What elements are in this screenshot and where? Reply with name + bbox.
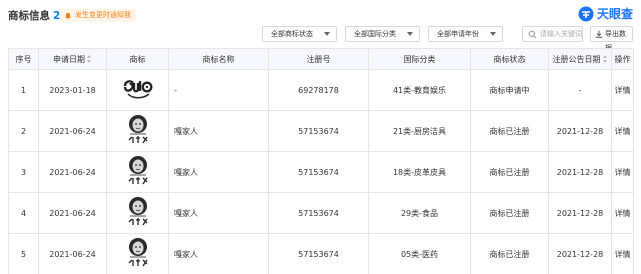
cell-status: 商标已注册 — [470, 110, 549, 152]
logo-mark-icon — [578, 6, 594, 21]
detail-link[interactable]: 详情 — [611, 233, 634, 274]
table-row: 5 2021-06-24 嘎家人 57153674 05类-医药 商标已注册 2… — [8, 233, 634, 274]
column-header-apply-date[interactable]: 申请日期 — [38, 48, 107, 70]
logo-text: 天眼查 — [596, 7, 633, 21]
cell-status: 商标已注册 — [470, 233, 549, 274]
cell-apply-date: 2021-06-24 — [38, 192, 107, 234]
cell-reg-date: 2021-12-28 — [548, 151, 612, 193]
cell-trademark-name: 嘎家人 — [168, 233, 269, 274]
title-text: 商标信息 — [8, 10, 50, 22]
sort-icon[interactable] — [602, 55, 608, 63]
portrait-trademark-image[interactable] — [120, 113, 155, 147]
detail-link[interactable]: 详情 — [611, 110, 634, 152]
cell-index: 3 — [8, 151, 39, 193]
trademark-table: 序号 申请日期 商标 商标名称 注册号 国际分类 商标状态 注册公告日期 操作 … — [8, 48, 634, 274]
table-row: 4 2021-06-24 嘎家人 57153674 29类-食品 商标已注册 2… — [8, 192, 634, 234]
filter-toolbar: 全部商标状态 全部国际分类 全部申请年份 请输入关键词 导出数据 — [0, 26, 641, 52]
cell-status: 商标申请中 — [470, 69, 549, 111]
cell-trademark-image — [106, 192, 169, 234]
cell-reg-no: 57153674 — [268, 233, 369, 274]
cell-reg-no: 57153674 — [268, 151, 369, 193]
cell-reg-date: 2021-12-28 — [548, 192, 612, 234]
cell-apply-date: 2021-06-24 — [38, 233, 107, 274]
column-header-intl-class: 国际分类 — [368, 48, 471, 70]
cell-index: 4 — [8, 192, 39, 234]
cell-intl-class: 21类-厨房洁具 — [368, 110, 471, 152]
cell-trademark-name: - — [168, 69, 269, 111]
download-icon — [595, 30, 603, 38]
cell-index: 1 — [8, 69, 39, 111]
cell-status: 商标已注册 — [470, 151, 549, 193]
cell-trademark-name: 嘎家人 — [168, 192, 269, 234]
search-icon — [528, 30, 537, 39]
table-row: 2 2021-06-24 嘎家人 57153674 21类-厨房洁具 商标已注册… — [8, 110, 634, 152]
column-header-index: 序号 — [8, 48, 39, 70]
cell-reg-date: - — [548, 69, 612, 111]
page-header: 商标信息21 发生变更时通知我 天眼查 — [0, 0, 641, 28]
filter-apply-year-dropdown[interactable]: 全部申请年份 — [428, 26, 503, 42]
cell-intl-class: 18类-皮革皮具 — [368, 151, 471, 193]
cell-trademark-image — [106, 110, 169, 152]
portrait-trademark-image[interactable] — [120, 195, 155, 229]
gulu-logo-image[interactable] — [120, 72, 155, 106]
cell-trademark-image — [106, 69, 169, 111]
cell-intl-class: 41类-教育娱乐 — [368, 69, 471, 111]
column-header-reg-date[interactable]: 注册公告日期 — [548, 48, 612, 70]
bell-icon — [65, 12, 71, 19]
cell-reg-no: 69278178 — [268, 69, 369, 111]
cell-apply-date: 2023-01-18 — [38, 69, 107, 111]
cell-index: 5 — [8, 233, 39, 274]
column-header-reg-no: 注册号 — [268, 48, 369, 70]
filter-label: 全部国际分类 — [354, 30, 396, 38]
portrait-trademark-image[interactable] — [120, 154, 155, 188]
cell-reg-no: 57153674 — [268, 110, 369, 152]
detail-link[interactable]: 详情 — [611, 151, 634, 193]
cell-trademark-image — [106, 233, 169, 274]
cell-index: 2 — [8, 110, 39, 152]
cell-trademark-image — [106, 151, 169, 193]
change-alert-button[interactable]: 发生变更时通知我 — [60, 9, 136, 22]
tianyancha-logo: 天眼查 — [578, 5, 633, 22]
search-placeholder: 请输入关键词 — [540, 30, 582, 38]
filter-class-dropdown[interactable]: 全部国际分类 — [345, 26, 420, 42]
table-row: 1 2023-01-18 - 69278178 41类-教育娱乐 商标申请中 -… — [8, 69, 634, 111]
chevron-down-icon — [490, 32, 496, 36]
column-header-status: 商标状态 — [470, 48, 549, 70]
table-header-row: 序号 申请日期 商标 商标名称 注册号 国际分类 商标状态 注册公告日期 操作 — [8, 48, 634, 70]
cell-reg-no: 57153674 — [268, 192, 369, 234]
cell-reg-date: 2021-12-28 — [548, 110, 612, 152]
column-header-trademark: 商标 — [106, 48, 169, 70]
cell-trademark-name: 嘎家人 — [168, 151, 269, 193]
cell-intl-class: 05类-医药 — [368, 233, 471, 274]
filter-status-dropdown[interactable]: 全部商标状态 — [262, 26, 337, 42]
portrait-trademark-image[interactable] — [120, 236, 155, 270]
cell-apply-date: 2021-06-24 — [38, 110, 107, 152]
cell-trademark-name: 嘎家人 — [168, 110, 269, 152]
detail-link[interactable]: 详情 — [611, 192, 634, 234]
sort-icon[interactable] — [87, 55, 92, 63]
filter-label: 全部商标状态 — [271, 30, 313, 38]
detail-link[interactable]: 详情 — [611, 69, 634, 111]
column-header-action: 操作 — [611, 48, 634, 70]
cell-reg-date: 2021-12-28 — [548, 233, 612, 274]
chevron-down-icon — [324, 32, 330, 36]
export-data-button[interactable]: 导出数据 — [590, 26, 633, 52]
cell-apply-date: 2021-06-24 — [38, 151, 107, 193]
column-header-trademark-name: 商标名称 — [168, 48, 269, 70]
cell-intl-class: 29类-食品 — [368, 192, 471, 234]
filter-label: 全部申请年份 — [437, 30, 479, 38]
table-row: 3 2021-06-24 嘎家人 57153674 18类-皮革皮具 商标已注册… — [8, 151, 634, 193]
alert-label: 发生变更时通知我 — [75, 11, 131, 19]
chevron-down-icon — [407, 32, 413, 36]
page-title: 商标信息21 — [8, 8, 68, 23]
search-input[interactable]: 请输入关键词 — [522, 26, 583, 42]
cell-status: 商标已注册 — [470, 192, 549, 234]
